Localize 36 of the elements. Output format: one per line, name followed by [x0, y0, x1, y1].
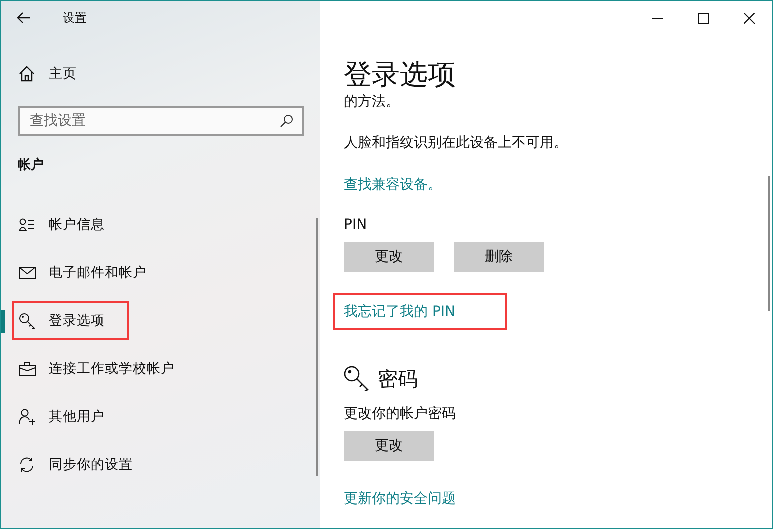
security-questions-link[interactable]: 更新你的安全问题 [344, 491, 456, 507]
person-list-icon [19, 218, 35, 232]
section-heading: 帐户 [17, 156, 45, 175]
forgot-pin-link[interactable]: 我忘记了我的 PIN [344, 304, 456, 320]
close-icon [744, 12, 754, 24]
briefcase-icon [19, 362, 36, 376]
page-title: 登录选项 [344, 57, 457, 93]
sync-icon [19, 457, 35, 473]
nav-item[interactable]: 同步你的设置 [1, 441, 320, 489]
body-text: 人脸和指纹识别在此设备上不可用。 [344, 134, 569, 153]
compat-devices-link[interactable]: 查找兼容设备。 [344, 177, 442, 193]
section-heading: 密码 [378, 366, 418, 392]
add-person-icon [19, 409, 36, 425]
home-icon [19, 66, 35, 82]
nav-item[interactable]: 电子邮件和帐户 [1, 249, 320, 297]
scrollbar[interactable] [768, 176, 770, 311]
pin-label: PIN [344, 216, 368, 235]
pin-button[interactable]: 更改 [344, 242, 434, 272]
scrollbar[interactable] [316, 218, 318, 476]
search-field[interactable]: 查找设置 [18, 106, 304, 136]
key-icon [344, 366, 370, 392]
search-icon [280, 114, 294, 128]
back-arrow-icon [17, 12, 31, 24]
body-text: 的方法。 [344, 94, 401, 110]
mail-icon [19, 267, 36, 279]
body-text: 更改你的帐户密码 [344, 405, 457, 424]
window-title: 设置 [63, 10, 87, 26]
key-icon [19, 312, 36, 330]
nav-item[interactable]: 登录选项 [1, 297, 320, 345]
nav-item[interactable]: 帐户信息 [1, 201, 320, 249]
pin-button[interactable]: 删除 [454, 242, 544, 272]
change-password-button[interactable]: 更改 [344, 431, 434, 461]
maximize-icon [698, 12, 708, 24]
nav-item[interactable]: 其他用户 [1, 393, 320, 441]
nav-item[interactable]: 连接工作或学校帐户 [1, 345, 320, 393]
home-link[interactable]: 主页 [1, 54, 320, 94]
